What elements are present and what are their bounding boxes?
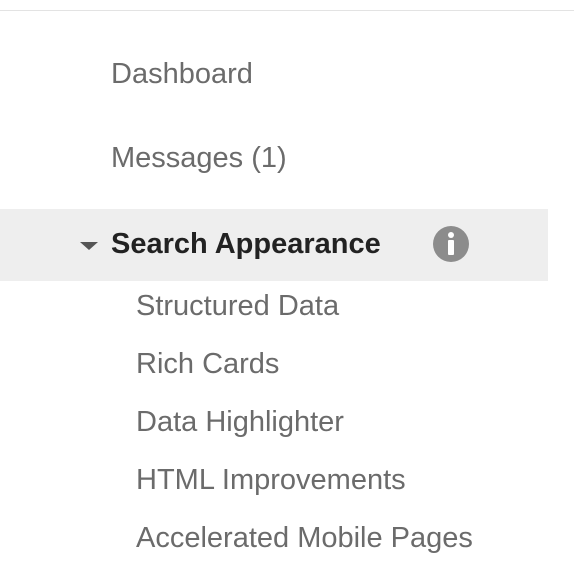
nav-item-messages[interactable]: Messages (1)	[111, 138, 287, 178]
sub-item-rich-cards[interactable]: Rich Cards	[136, 344, 279, 384]
info-icon[interactable]	[433, 226, 469, 262]
nav-item-dashboard[interactable]: Dashboard	[111, 54, 253, 94]
sub-item-accelerated-mobile-pages[interactable]: Accelerated Mobile Pages	[136, 518, 473, 558]
sub-item-structured-data[interactable]: Structured Data	[136, 286, 339, 326]
section-title[interactable]: Search Appearance	[111, 224, 381, 264]
info-icon-stem	[448, 240, 454, 255]
info-icon-dot	[448, 232, 454, 238]
sidebar-nav: Dashboard Messages (1) Search Appearance…	[0, 0, 574, 588]
sub-item-data-highlighter[interactable]: Data Highlighter	[136, 402, 344, 442]
sub-item-html-improvements[interactable]: HTML Improvements	[136, 460, 406, 500]
section-search-appearance[interactable]: Search Appearance	[0, 209, 548, 281]
caret-down-icon[interactable]	[80, 242, 98, 250]
